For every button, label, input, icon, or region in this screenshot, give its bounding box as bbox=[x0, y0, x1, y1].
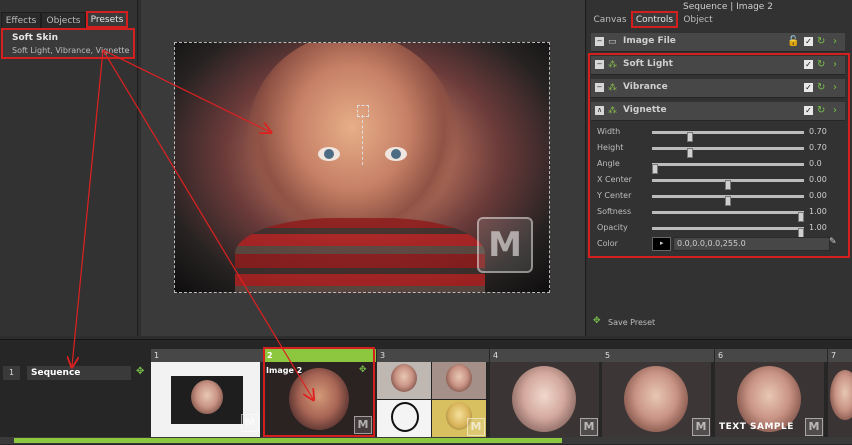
annotation-arrows bbox=[0, 49, 852, 444]
arrow-to-sequence bbox=[72, 49, 104, 366]
arrow-to-frame bbox=[102, 49, 313, 399]
